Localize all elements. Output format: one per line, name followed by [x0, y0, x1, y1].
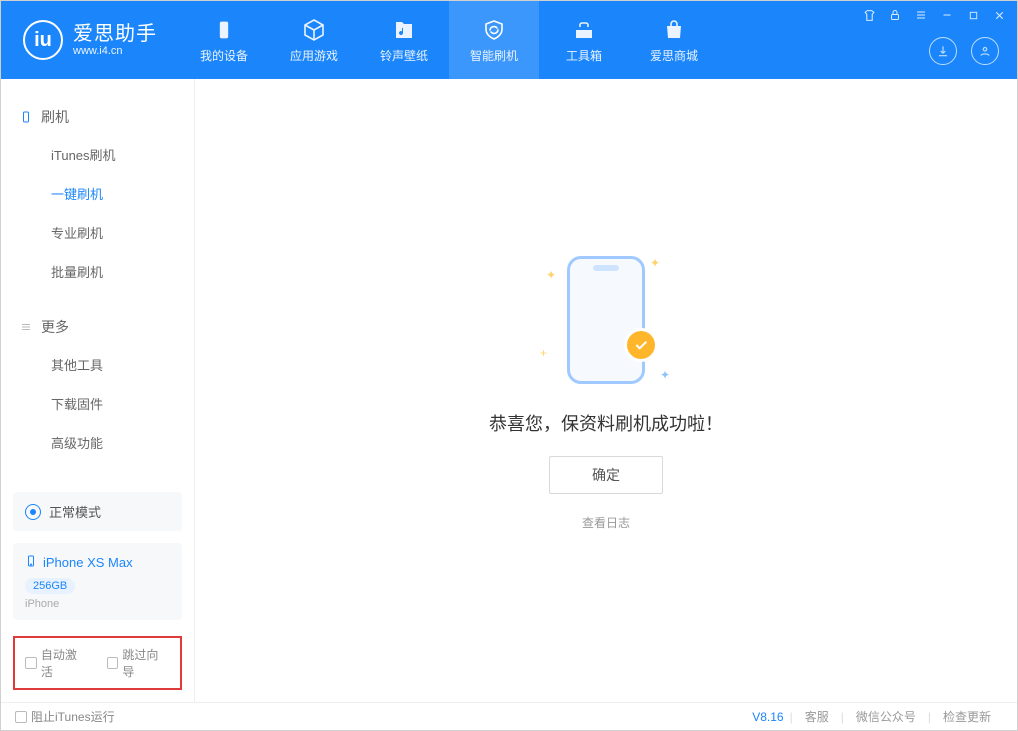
device-card[interactable]: iPhone XS Max 256GB iPhone	[13, 543, 182, 620]
nav-store[interactable]: 爱思商城	[629, 1, 719, 79]
refresh-shield-icon	[481, 17, 507, 43]
toolbox-icon	[571, 17, 597, 43]
nav-ringtones-wallpapers[interactable]: 铃声壁纸	[359, 1, 449, 79]
sparkle-icon: ✦	[546, 268, 556, 282]
sidebar: 刷机 iTunes刷机 一键刷机 专业刷机 批量刷机 更多 其他工具 下载固件 …	[1, 79, 195, 702]
shirt-icon[interactable]	[861, 7, 877, 23]
sidebar-item-download-firmware[interactable]: 下载固件	[1, 384, 194, 423]
close-icon[interactable]	[991, 7, 1007, 23]
nav-label: 工具箱	[566, 47, 602, 64]
sidebar-item-itunes-flash[interactable]: iTunes刷机	[1, 135, 194, 174]
nav-my-device[interactable]: 我的设备	[179, 1, 269, 79]
group-title-label: 刷机	[41, 107, 69, 127]
device-name: iPhone XS Max	[43, 555, 133, 570]
view-log-link[interactable]: 查看日志	[582, 514, 630, 531]
sparkle-icon: ✦	[660, 368, 670, 382]
header-right-buttons	[929, 37, 999, 65]
footer-link-support[interactable]: 客服	[793, 708, 841, 725]
download-button[interactable]	[929, 37, 957, 65]
nav-label: 应用游戏	[290, 47, 338, 64]
device-type: iPhone	[25, 598, 170, 610]
minimize-icon[interactable]	[939, 7, 955, 23]
nav-toolbox[interactable]: 工具箱	[539, 1, 629, 79]
footer-link-wechat[interactable]: 微信公众号	[844, 708, 928, 725]
sidebar-item-batch-flash[interactable]: 批量刷机	[1, 252, 194, 291]
sidebar-group-more: 更多	[1, 309, 194, 345]
window-controls	[861, 7, 1007, 23]
menu-icon[interactable]	[913, 7, 929, 23]
nav-apps-games[interactable]: 应用游戏	[269, 1, 359, 79]
sparkle-icon: ✦	[650, 256, 660, 270]
bag-icon	[661, 17, 687, 43]
checkbox-label: 阻止iTunes运行	[31, 708, 115, 725]
nav-label: 智能刷机	[470, 47, 518, 64]
footer-link-check-update[interactable]: 检查更新	[931, 708, 1003, 725]
lock-icon[interactable]	[887, 7, 903, 23]
group-title-label: 更多	[41, 317, 69, 337]
cube-icon	[301, 17, 327, 43]
main-content: ✦ ✦ + ✦ 恭喜您，保资料刷机成功啦！ 确定 查看日志	[195, 79, 1017, 702]
device-icon	[211, 17, 237, 43]
footer-bar: 阻止iTunes运行 V8.16 | 客服 | 微信公众号 | 检查更新	[1, 702, 1017, 730]
checkbox-auto-activate[interactable]: 自动激活	[25, 646, 89, 680]
ok-button[interactable]: 确定	[549, 456, 663, 494]
phone-outline-graphic	[567, 256, 645, 384]
app-logo: iu 爱思助手 www.i4.cn	[1, 20, 179, 60]
app-name-en: www.i4.cn	[73, 45, 157, 57]
check-badge-icon	[624, 328, 658, 362]
list-icon	[19, 320, 33, 334]
checkbox-block-itunes[interactable]: 阻止iTunes运行	[15, 708, 115, 725]
success-message: 恭喜您，保资料刷机成功啦！	[489, 410, 723, 436]
device-capacity-badge: 256GB	[25, 578, 75, 594]
nav-flash[interactable]: 智能刷机	[449, 1, 539, 79]
sidebar-item-pro-flash[interactable]: 专业刷机	[1, 213, 194, 252]
sidebar-group-flash: 刷机	[1, 99, 194, 135]
mode-indicator[interactable]: 正常模式	[13, 492, 182, 531]
sidebar-item-advanced[interactable]: 高级功能	[1, 423, 194, 462]
mode-label: 正常模式	[49, 502, 101, 521]
sparkle-icon: +	[540, 346, 547, 360]
nav-label: 爱思商城	[650, 47, 698, 64]
phone-outline-icon	[19, 110, 33, 124]
logo-icon: iu	[23, 20, 63, 60]
user-button[interactable]	[971, 37, 999, 65]
nav-label: 铃声壁纸	[380, 47, 428, 64]
checkbox-skip-guide[interactable]: 跳过向导	[107, 646, 171, 680]
app-name-cn: 爱思助手	[73, 23, 157, 45]
sidebar-item-other-tools[interactable]: 其他工具	[1, 345, 194, 384]
flash-options-highlighted: 自动激活 跳过向导	[13, 636, 182, 690]
mode-dot-icon	[25, 504, 41, 520]
version-label: V8.16	[752, 710, 789, 724]
phone-icon	[25, 553, 37, 572]
checkbox-label: 跳过向导	[122, 646, 170, 680]
success-illustration: ✦ ✦ + ✦	[536, 250, 676, 390]
maximize-icon[interactable]	[965, 7, 981, 23]
app-header: iu 爱思助手 www.i4.cn 我的设备 应用游戏 铃声壁纸 智能刷机 工具…	[1, 1, 1017, 79]
checkbox-label: 自动激活	[41, 646, 89, 680]
folder-music-icon	[391, 17, 417, 43]
top-nav: 我的设备 应用游戏 铃声壁纸 智能刷机 工具箱 爱思商城	[179, 1, 719, 79]
nav-label: 我的设备	[200, 47, 248, 64]
sidebar-item-one-click-flash[interactable]: 一键刷机	[1, 174, 194, 213]
